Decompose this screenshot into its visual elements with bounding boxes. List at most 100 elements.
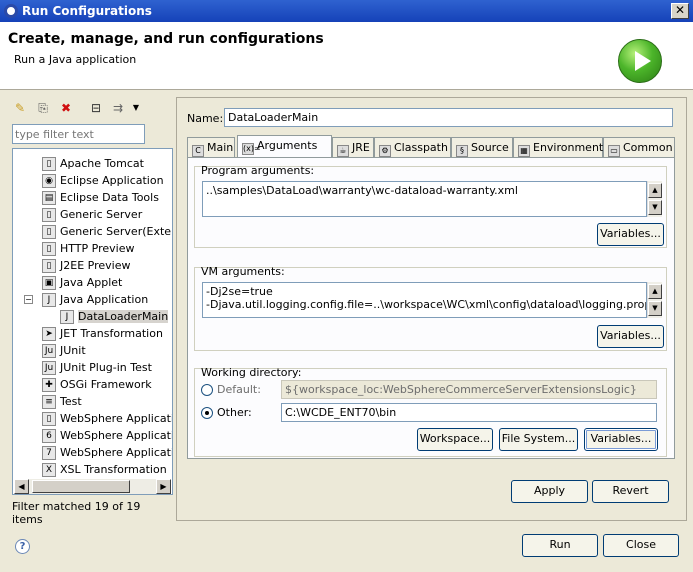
tree-item-label: Test [60, 395, 82, 408]
tab-label: Main [207, 141, 234, 154]
tab-jre[interactable]: ☕ JRE [332, 137, 374, 157]
websphere-6-icon: 6 [42, 429, 56, 443]
default-radio[interactable] [201, 384, 213, 396]
tab-main[interactable]: C Main [187, 137, 235, 157]
chevron-down-icon[interactable]: ▼ [128, 100, 144, 116]
filter-icon[interactable]: ⇉ [110, 100, 126, 116]
tree-item[interactable]: ▯ WebSphere Application [42, 410, 172, 427]
close-button[interactable]: Close [603, 534, 679, 557]
tab-classpath[interactable]: ⚙ Classpath [374, 137, 451, 157]
tab-source[interactable]: § Source [451, 137, 513, 157]
osgi-icon: ✚ [42, 378, 56, 392]
collapse-all-icon[interactable]: ⊟ [88, 100, 104, 116]
tree-item-label: DataLoaderMain [78, 310, 169, 323]
delete-icon[interactable]: ✖ [58, 100, 74, 116]
server-icon: ▯ [42, 242, 56, 256]
tree-item[interactable]: ▯ Generic Server(Externa [42, 223, 172, 240]
other-label: Other: [217, 406, 252, 419]
filter-status: Filter matched 19 of 19 items [12, 500, 141, 526]
java-app-icon: J [42, 293, 56, 307]
tree-item[interactable]: ◉ Eclipse Application [42, 172, 164, 189]
tree-item[interactable]: 6 WebSphere Application [42, 427, 172, 444]
close-icon[interactable]: ✕ [671, 3, 689, 19]
filter-input[interactable] [12, 124, 145, 144]
tab-arguments[interactable]: (x)=Arguments [237, 135, 332, 157]
tab-common[interactable]: ▭ Common [603, 137, 675, 157]
other-radio[interactable] [201, 407, 213, 419]
scrollbar-thumb[interactable] [32, 480, 130, 493]
scroll-down-icon[interactable]: ▼ [648, 301, 662, 316]
duplicate-icon[interactable]: ⎘ [35, 100, 51, 116]
tree-item-label: Java Application [60, 293, 149, 306]
tree-item-label: Generic Server(Externa [60, 225, 172, 238]
apply-button[interactable]: Apply [511, 480, 588, 503]
collapse-icon[interactable]: − [24, 295, 33, 304]
other-directory-field[interactable]: C:\WCDE_ENT70\bin [281, 403, 657, 422]
workspace-button[interactable]: Workspace... [417, 428, 493, 451]
tree-item[interactable]: ▯ J2EE Preview [42, 257, 130, 274]
tree-item[interactable]: Ju JUnit Plug-in Test [42, 359, 152, 376]
tree-item-label: Eclipse Application [60, 174, 164, 187]
main-tab-icon: C [192, 145, 204, 157]
junit-icon: Ju [42, 344, 56, 358]
tree-item[interactable]: ▯ Apache Tomcat [42, 155, 144, 172]
tree-item[interactable]: ▣ Java Applet [42, 274, 122, 291]
java-app-icon: J [60, 310, 74, 324]
tree-item-label: Apache Tomcat [60, 157, 144, 170]
tab-label: Environment [533, 141, 604, 154]
vm-arguments-group: VM arguments: -Dj2se=true -Djava.util.lo… [194, 265, 667, 351]
websphere-7-icon: 7 [42, 446, 56, 460]
tree-item[interactable]: 7 WebSphere Application [42, 444, 172, 461]
name-input[interactable]: DataLoaderMain [224, 108, 673, 127]
vm-arguments-scrollbar[interactable]: ▲ ▼ [647, 282, 662, 318]
tree-item[interactable]: Ju JUnit [42, 342, 86, 359]
revert-button[interactable]: Revert [592, 480, 669, 503]
working-directory-label: Working directory: [201, 366, 302, 379]
help-icon[interactable]: ? [15, 539, 30, 554]
tab-strip: C Main (x)=Arguments ☕ JRE ⚙ Classpath § Source ▦… [187, 135, 675, 157]
scroll-left-icon[interactable]: ◀ [14, 479, 29, 494]
horizontal-scrollbar[interactable]: ◀ ▶ [14, 479, 171, 494]
tab-environment[interactable]: ▦ Environment [513, 137, 603, 157]
junit-plugin-icon: Ju [42, 361, 56, 375]
program-arguments-label: Program arguments: [201, 164, 315, 177]
scroll-up-icon[interactable]: ▲ [648, 284, 662, 299]
jre-tab-icon: ☕ [337, 145, 349, 157]
scroll-up-icon[interactable]: ▲ [648, 183, 662, 198]
program-variables-button[interactable]: Variables... [597, 223, 664, 246]
tab-label: Source [471, 141, 509, 154]
tree-item-label: WebSphere Application [60, 429, 172, 442]
working-variables-button[interactable]: Variables... [584, 428, 658, 451]
tree-item-label: JET Transformation [60, 327, 163, 340]
test-icon: ≡ [42, 395, 56, 409]
scroll-right-icon[interactable]: ▶ [156, 479, 171, 494]
tree-item-label: J2EE Preview [60, 259, 131, 272]
tree-item[interactable]: ✚ OSGi Framework [42, 376, 152, 393]
title-bar: Run Configurations ✕ [0, 0, 693, 22]
tree-child-item[interactable]: J DataLoaderMain [60, 308, 169, 325]
vm-variables-button[interactable]: Variables... [597, 325, 664, 348]
run-button[interactable]: Run [522, 534, 598, 557]
server-icon: ▯ [42, 225, 56, 239]
tree-item[interactable]: X XSL Transformation [42, 461, 167, 478]
tab-label: Common [623, 141, 673, 154]
file-system-button[interactable]: File System... [499, 428, 578, 451]
default-label: Default: [217, 383, 261, 396]
tree-item[interactable]: J Java Application [42, 291, 148, 308]
tree-item[interactable]: ▯ Generic Server [42, 206, 142, 223]
server-icon: ▯ [42, 208, 56, 222]
tree-item[interactable]: ≡ Test [42, 393, 82, 410]
classpath-tab-icon: ⚙ [379, 145, 391, 157]
source-tab-icon: § [456, 145, 468, 157]
header-banner: Create, manage, and run configurations R… [0, 22, 693, 90]
tree-item[interactable]: ▤ Eclipse Data Tools [42, 189, 159, 206]
program-arguments-field[interactable]: ..\samples\DataLoad\warranty\wc-dataload… [202, 181, 647, 217]
tree-item-label: Generic Server [60, 208, 143, 221]
tree-item[interactable]: ▯ HTTP Preview [42, 240, 134, 257]
vm-arguments-field[interactable]: -Dj2se=true -Djava.util.logging.config.f… [202, 282, 647, 318]
scroll-down-icon[interactable]: ▼ [648, 200, 662, 215]
new-configuration-icon[interactable]: ✎ [12, 100, 28, 116]
tree-item[interactable]: ➤ JET Transformation [42, 325, 163, 342]
program-arguments-scrollbar[interactable]: ▲ ▼ [647, 181, 662, 217]
window-title: Run Configurations [22, 4, 152, 18]
